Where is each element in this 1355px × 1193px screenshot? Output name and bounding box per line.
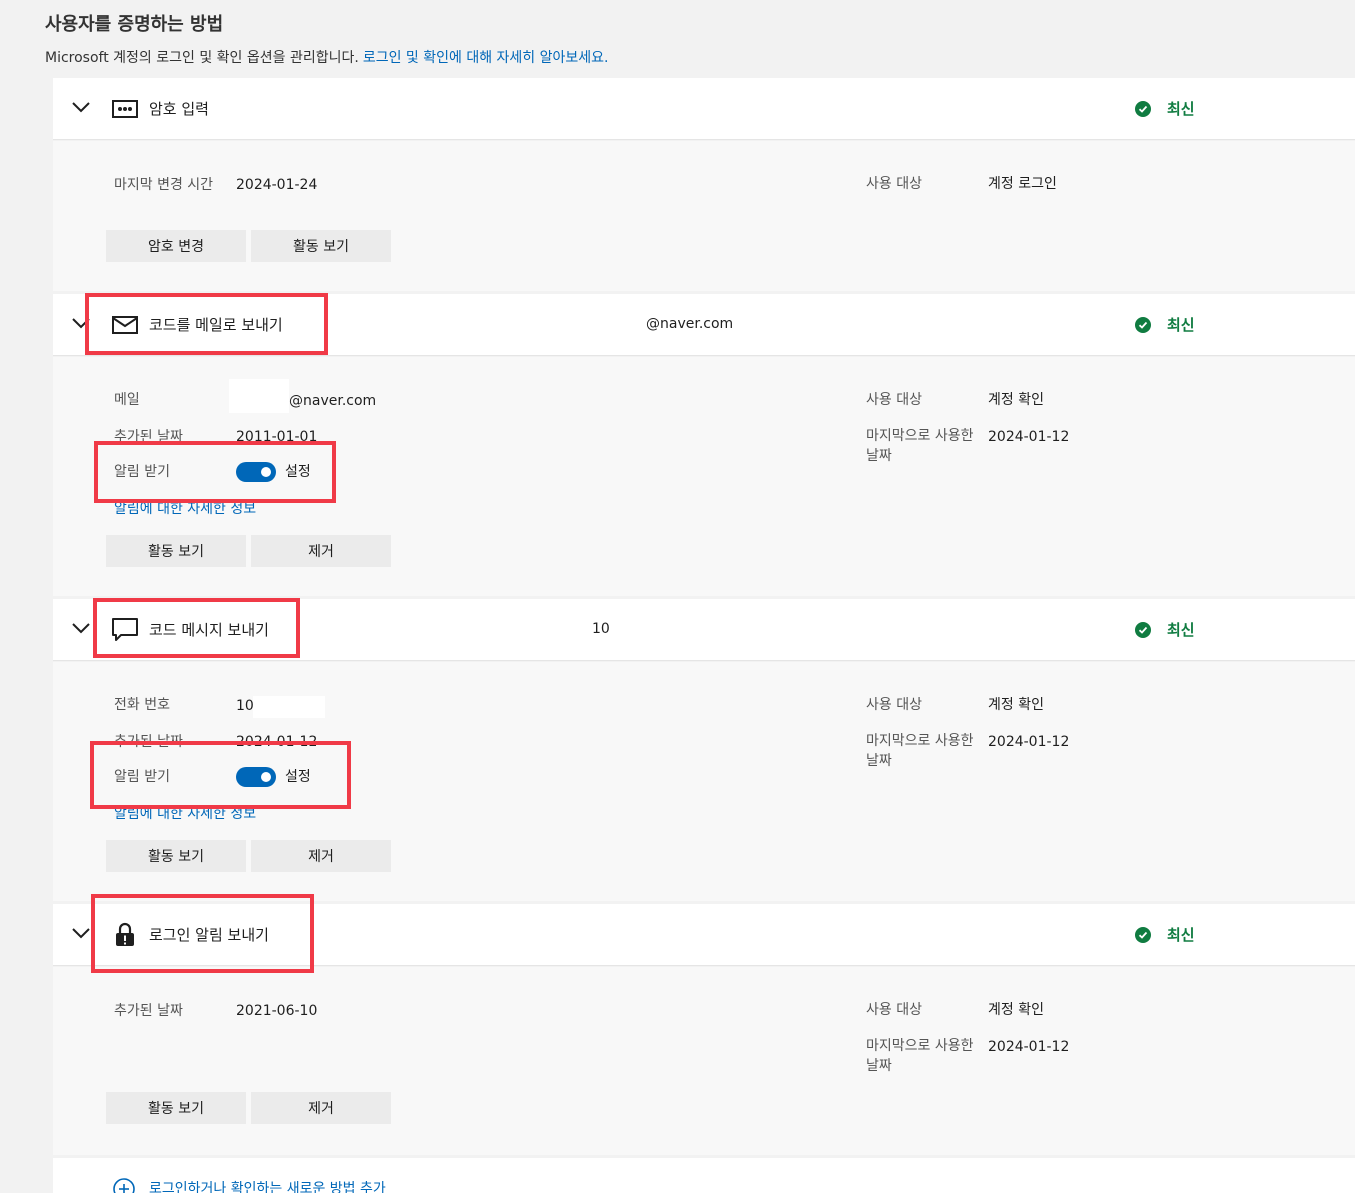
detail-value: 10 [236,698,254,714]
chevron-down-icon[interactable] [71,100,91,114]
check-circle-icon [1135,101,1151,117]
method-contact: @naver.com [646,316,734,332]
highlight-box [93,598,300,658]
status-badge: 최신 [1167,621,1195,639]
detail-label: 사용 대상 [866,1002,922,1018]
detail-label: 추가된 날짜 [114,1003,183,1019]
remove-button[interactable]: 제거 [251,1092,391,1124]
detail-value: 계정 확인 [988,697,1044,713]
highlight-box [85,293,328,355]
redacted-block [253,696,325,718]
detail-value: 계정 확인 [988,1002,1044,1018]
highlight-box [91,894,314,973]
view-activity-button[interactable]: 활동 보기 [106,1092,246,1124]
page-title: 사용자를 증명하는 방법 [45,14,224,35]
detail-value: 계정 확인 [988,392,1044,408]
page-subtitle-text: Microsoft 계정의 로그인 및 확인 옵션을 관리합니다. [45,50,359,66]
method-title: 암호 입력 [149,100,209,118]
detail-value: @naver.com [289,393,377,409]
detail-value: 2024-01-12 [988,1039,1070,1055]
status-badge: 최신 [1167,316,1195,334]
learn-more-link[interactable]: 로그인 및 확인에 대해 자세히 알아보세요. [363,50,609,66]
add-method-link[interactable]: 로그인하거나 확인하는 새로운 방법 추가 [149,1178,386,1193]
chevron-down-icon[interactable] [71,621,91,635]
detail-label: 마지막으로 사용한 날짜 [866,733,974,769]
detail-label: 마지막으로 사용한 날짜 [866,1038,974,1074]
check-circle-icon [1135,317,1151,333]
detail-label: 전화 번호 [114,697,170,713]
view-activity-button[interactable]: 활동 보기 [106,535,246,567]
detail-label: 마지막으로 사용한 날짜 [866,428,974,464]
view-activity-button[interactable]: 활동 보기 [106,840,246,872]
method-panel-signin-alert: 추가된 날짜 2021-06-10 사용 대상 계정 확인 마지막으로 사용한 … [53,967,1355,1155]
detail-value: 2024-01-24 [236,177,318,193]
redacted-block [229,379,289,413]
highlight-box [94,441,336,503]
chevron-down-icon[interactable] [71,926,91,940]
view-activity-button[interactable]: 활동 보기 [251,230,391,262]
detail-value: 2021-06-10 [236,1003,318,1019]
status-badge: 최신 [1167,100,1195,118]
page-subtitle: Microsoft 계정의 로그인 및 확인 옵션을 관리합니다. 로그인 및 확… [45,47,609,67]
method-panel-password: 마지막 변경 시간 2024-01-24 사용 대상 계정 로그인 암호 변경 … [53,141,1355,291]
password-dots-icon [111,95,139,123]
method-header-password[interactable]: 암호 입력 최신 [53,78,1355,140]
check-circle-icon [1135,622,1151,638]
change-password-button[interactable]: 암호 변경 [106,230,246,262]
status-badge: 최신 [1167,926,1195,944]
detail-label: 메일 [114,392,140,408]
detail-label: 사용 대상 [866,176,922,192]
remove-button[interactable]: 제거 [251,535,391,567]
remove-button[interactable]: 제거 [251,840,391,872]
highlight-box [90,741,351,809]
detail-label: 마지막 변경 시간 [114,177,214,193]
detail-label: 사용 대상 [866,392,922,408]
method-contact: 10 [592,621,610,637]
detail-value: 2024-01-12 [988,429,1070,445]
add-method-row[interactable]: 로그인하거나 확인하는 새로운 방법 추가 [53,1158,1355,1193]
plus-circle-icon[interactable] [113,1178,135,1193]
detail-value: 2024-01-12 [988,734,1070,750]
detail-value: 계정 로그인 [988,176,1057,192]
detail-label: 사용 대상 [866,697,922,713]
check-circle-icon [1135,927,1151,943]
